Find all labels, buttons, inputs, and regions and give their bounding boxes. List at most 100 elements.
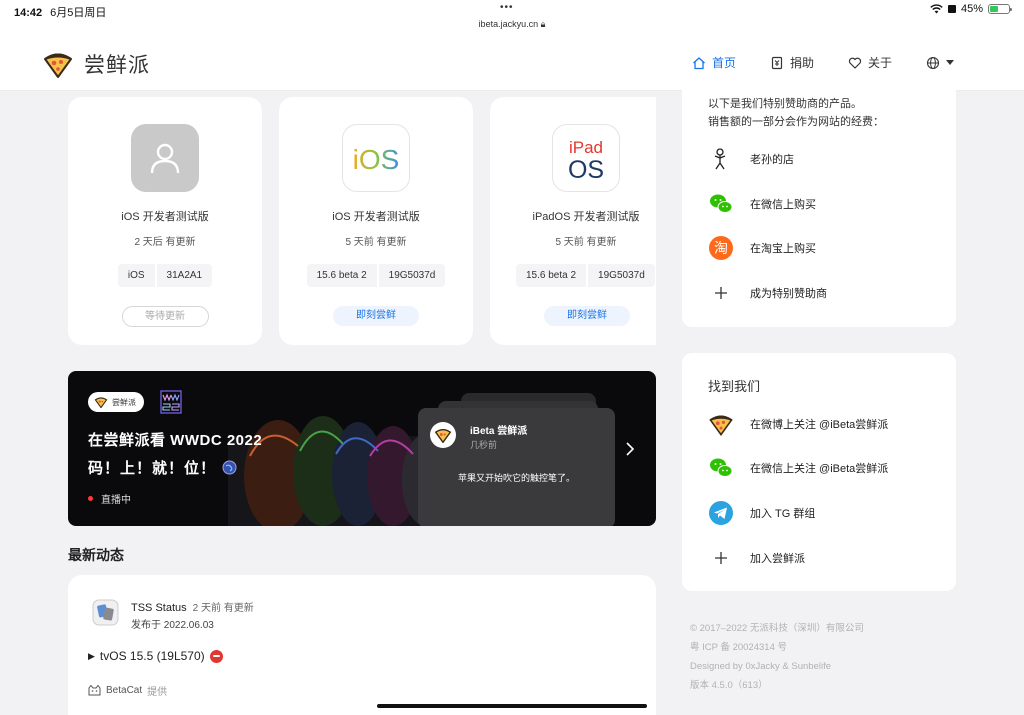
live-label: 直播中 (101, 495, 131, 506)
banner-badge-text: 尝鲜派 (112, 397, 136, 407)
wwdc22-logo-icon (160, 390, 182, 414)
banner-badge: 尝鲜派 (88, 392, 144, 412)
language-menu[interactable] (926, 54, 955, 71)
nav-donate[interactable]: 捐助 (770, 54, 814, 71)
nav-about[interactable]: 关于 (848, 54, 892, 71)
release-name: iOS 开发者测试版 (121, 211, 209, 223)
feed-item-date: 发布于 2022.06.03 (131, 620, 214, 631)
release-name: iOS 开发者测试版 (332, 211, 420, 223)
footer-icp[interactable]: 粤 ICP 备 20024314 号 (690, 638, 864, 657)
globe-icon (926, 56, 940, 69)
try-now-button[interactable]: 即刻尝鲜 (333, 306, 419, 326)
try-now-button[interactable]: 即刻尝鲜 (544, 306, 630, 326)
pizza-logo-icon (44, 53, 72, 78)
banner-subtitle: 码！上！就！位！ (88, 457, 237, 478)
plus-icon (715, 287, 727, 299)
find-item-label: 加入尝鲜派 (750, 553, 805, 565)
ipados-icon-top: iPad (569, 138, 603, 157)
logo-text: 尝鲜派 (84, 54, 150, 77)
release-card[interactable]: iPad OS iPadOS 开发者测试版 5 天前 有更新 15.6 beta … (490, 97, 656, 345)
release-name: iPadOS 开发者测试版 (532, 211, 640, 223)
release-card[interactable]: iOS iOS 开发者测试版 5 天前 有更新 15.6 beta 2 19G5… (279, 97, 473, 345)
nav-home-label: 首页 (712, 56, 737, 70)
chevron-right-icon[interactable] (624, 441, 636, 457)
wait-update-button[interactable]: 等待更新 (121, 306, 209, 327)
notification-avatar (430, 422, 456, 448)
sponsors-intro: 以下是我们特别赞助商的产品。 销售额的一部分会作为网站的经费： (708, 95, 884, 131)
site-footer: © 2017–2022 无派科技（深圳）有限公司 粤 ICP 备 2002431… (690, 619, 864, 695)
find-item-telegram[interactable]: 加入 TG 群组 (708, 500, 815, 526)
release-status: 5 天前 有更新 (345, 237, 407, 248)
battery-fill (990, 6, 999, 12)
ios-icon: iOS (342, 124, 410, 192)
live-dot-icon (88, 496, 93, 501)
home-indicator[interactable] (377, 704, 647, 708)
find-item-label: 加入 TG 群组 (750, 508, 816, 520)
stick-figure-icon (714, 148, 726, 170)
more-dots-icon[interactable]: ••• (500, 2, 514, 13)
sponsors-intro-line2: 销售额的一部分会作为网站的经费： (708, 116, 884, 128)
find-item-weibo[interactable]: 在微博上关注 @iBeta尝鲜派 (708, 411, 888, 437)
url-bar[interactable]: ibeta.jackyu.cn 🔒︎ (0, 19, 1024, 30)
nav-donate-label: 捐助 (790, 56, 815, 70)
release-build: 31A2A1 (156, 264, 213, 287)
release-tags: iOS 31A2A1 (68, 264, 262, 287)
release-version: iOS (117, 264, 155, 287)
cat-icon (88, 685, 101, 696)
globe-emoji-icon (222, 460, 237, 475)
main-nav: 首页 捐助 关于 (692, 54, 955, 71)
sponsor-item-become[interactable]: 成为特别赞助商 (708, 280, 827, 306)
footer-copyright: © 2017–2022 无派科技（深圳）有限公司 (690, 623, 864, 634)
home-icon (693, 56, 705, 69)
find-item-join[interactable]: 加入尝鲜派 (708, 545, 805, 571)
plus-icon (715, 552, 727, 564)
lock-icon: 🔒︎ (540, 19, 546, 29)
status-time: 14:42 6月5日周日 (14, 7, 107, 19)
feed-entry-text: tvOS 15.5 (19L570) (99, 649, 205, 663)
feed-source-name: BetaCat (106, 685, 143, 696)
sponsor-item-label: 在淘宝上购买 (750, 243, 816, 255)
orientation-lock-icon (947, 5, 956, 13)
footer-credits: Designed by 0xJacky & Sunbelife (690, 661, 831, 672)
release-build: 19G5037d (588, 264, 655, 287)
taobao-icon: 淘 (709, 236, 733, 260)
wechat-icon (710, 194, 733, 213)
feed-card[interactable]: TSS Status 2 天前 有更新 发布于 2022.06.03 ▶ tvOS… (68, 575, 656, 715)
telegram-icon (709, 501, 733, 525)
release-version: 15.6 beta 2 (306, 264, 377, 287)
sponsor-item-label: 老孙的店 (750, 154, 794, 166)
sponsor-item-taobao[interactable]: 淘 在淘宝上购买 (708, 235, 816, 261)
release-build: 19G5037d (378, 264, 446, 287)
feed-item-name: TSS Status 2 天前 有更新 (131, 599, 254, 614)
status-right: 45% (930, 3, 1012, 15)
sponsor-item-wechat[interactable]: 在微信上购买 (708, 191, 816, 217)
pizza-logo-icon (94, 397, 108, 408)
find-us-title: 找到我们 (708, 379, 761, 394)
nav-home[interactable]: 首页 (692, 54, 736, 71)
banner-subtitle-text: 码！上！就！位！ (88, 460, 217, 477)
notification-name: iBeta 尝鲜派 (470, 426, 528, 437)
sponsor-item-shop[interactable]: 老孙的店 (708, 146, 794, 172)
caret-down-icon (946, 59, 955, 65)
footer-version: 版本 4.5.0（613） (690, 680, 768, 691)
release-status: 2 天后 有更新 (134, 237, 196, 248)
ipados-icon: iPad OS (552, 124, 620, 192)
find-item-label: 在微博上关注 @iBeta尝鲜派 (750, 419, 889, 431)
status-bar: 14:42 6月5日周日 ••• ibeta.jackyu.cn 🔒︎ 45% (0, 0, 1024, 37)
feed-item-updated: 2 天前 有更新 (192, 603, 254, 614)
wwdc-banner[interactable]: 尝鲜派 在尝鲜派看 WWDC 2022 码！上！就！位！ 直播中 iBeta 尝… (68, 371, 656, 526)
sponsor-item-label: 在微信上购买 (750, 199, 816, 211)
wifi-icon (930, 4, 943, 14)
notification-card[interactable]: iBeta 尝鲜派 几秒前 苹果又开始吹它的触控笔了。 (418, 408, 615, 526)
find-item-label: 在微信上关注 @iBeta尝鲜派 (750, 463, 889, 475)
wechat-icon (710, 458, 733, 477)
battery-percent: 45% (960, 3, 983, 15)
banner-title: 在尝鲜派看 WWDC 2022 (88, 432, 263, 449)
release-card[interactable]: iOS 开发者测试版 2 天后 有更新 iOS 31A2A1 等待更新 (68, 97, 262, 345)
feed-item-title: TSS Status (131, 602, 187, 614)
ios-icon-text: iOS (353, 144, 400, 175)
site-logo[interactable]: 尝鲜派 (42, 49, 150, 79)
feed-entry[interactable]: ▶ tvOS 15.5 (19L570) (88, 649, 223, 663)
find-item-wechat[interactable]: 在微信上关注 @iBeta尝鲜派 (708, 455, 888, 481)
battery-icon (988, 4, 1012, 14)
